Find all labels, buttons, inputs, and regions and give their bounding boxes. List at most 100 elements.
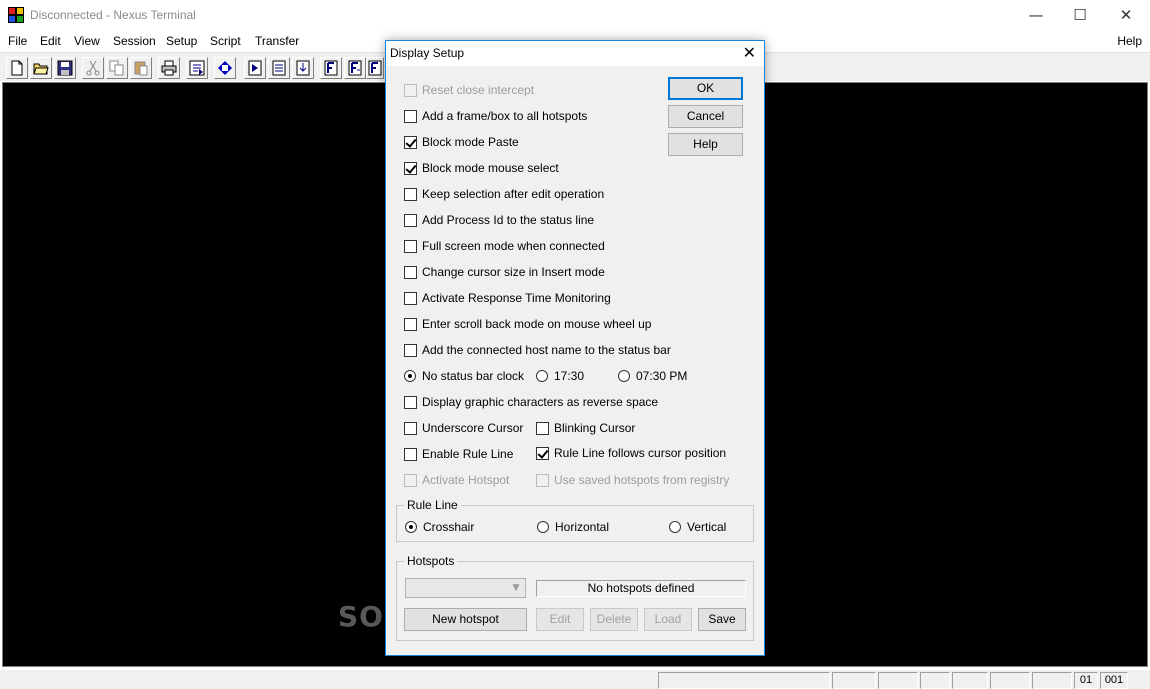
rule-horizontal-radio[interactable]: Horizontal: [537, 519, 609, 535]
activate-hotspot-checkbox[interactable]: Activate Hotspot: [404, 472, 509, 488]
radio-dot: [537, 521, 549, 533]
full-screen-checkbox[interactable]: Full screen mode when connected: [404, 238, 605, 254]
menu-help[interactable]: Help: [1117, 34, 1142, 48]
print-icon[interactable]: [158, 57, 180, 79]
new-file-icon[interactable]: [6, 57, 28, 79]
rule-follows-cursor-checkbox[interactable]: Rule Line follows cursor position: [536, 445, 726, 461]
clock-none-radio[interactable]: No status bar clock: [404, 368, 524, 384]
reverse-space-checkbox[interactable]: Display graphic characters as reverse sp…: [404, 394, 658, 410]
checkbox-label: Enable Rule Line: [422, 447, 514, 461]
keep-selection-checkbox[interactable]: Keep selection after edit operation: [404, 186, 604, 202]
maximize-button[interactable]: ☐: [1057, 0, 1103, 31]
menu-edit[interactable]: Edit: [40, 34, 61, 48]
minimize-button[interactable]: —: [1013, 0, 1059, 31]
checkbox-box: [404, 473, 417, 487]
checkbox-box: [404, 317, 417, 331]
frame-hotspots-checkbox[interactable]: Add a frame/box to all hotspots: [404, 108, 587, 124]
radio-label: Crosshair: [423, 520, 475, 534]
checkbox-label: Activate Response Time Monitoring: [422, 291, 611, 305]
script-run-icon[interactable]: [244, 57, 266, 79]
close-button[interactable]: ✕: [1103, 0, 1149, 31]
transfer-down-icon[interactable]: [292, 57, 314, 79]
display-setup-dialog: Display Setup ✕ Reset close intercept Ad…: [385, 40, 765, 656]
save-icon[interactable]: [54, 57, 76, 79]
hotspot-status: No hotspots defined: [536, 580, 746, 597]
paste-icon[interactable]: [130, 57, 152, 79]
menu-view[interactable]: View: [74, 34, 100, 48]
checkbox-box: [404, 421, 417, 435]
checkbox-box: [404, 187, 417, 201]
window-title: Disconnected - Nexus Terminal: [30, 8, 196, 22]
radio-label: Horizontal: [555, 520, 610, 534]
resize-grip[interactable]: [1130, 672, 1148, 689]
checkbox-label: Blinking Cursor: [554, 421, 636, 435]
rule-line-group: Rule Line Crosshair Horizontal Vertical: [396, 498, 754, 542]
help-button[interactable]: Help: [668, 133, 743, 156]
script-step-icon[interactable]: [268, 57, 290, 79]
dialog-title-bar: Display Setup ✕: [386, 41, 764, 66]
field-1-icon[interactable]: [320, 57, 342, 79]
blinking-cursor-checkbox[interactable]: Blinking Cursor: [536, 420, 635, 436]
checkbox-box: [404, 239, 417, 253]
checkbox-label: Add Process Id to the status line: [422, 213, 595, 227]
open-folder-icon[interactable]: [30, 57, 52, 79]
cursor-size-checkbox[interactable]: Change cursor size in Insert mode: [404, 264, 605, 280]
checkbox-box: [404, 135, 417, 149]
status-cell: [658, 672, 830, 689]
checkbox-label: Activate Hotspot: [422, 473, 510, 487]
checkbox-label: Underscore Cursor: [422, 421, 524, 435]
hotspot-select[interactable]: ▼: [405, 578, 526, 598]
copy-icon[interactable]: [106, 57, 128, 79]
cut-icon[interactable]: [82, 57, 104, 79]
underscore-cursor-checkbox[interactable]: Underscore Cursor: [404, 420, 523, 436]
checkbox-box: [404, 447, 417, 461]
clock-24h-radio[interactable]: 17:30: [536, 368, 584, 384]
checkbox-label: Reset close intercept: [422, 83, 535, 97]
checkbox-label: Block mode mouse select: [422, 161, 559, 175]
load-hotspot-button[interactable]: Load: [644, 608, 692, 631]
connect-icon[interactable]: [214, 57, 236, 79]
menu-transfer[interactable]: Transfer: [255, 34, 299, 48]
radio-dot: [669, 521, 681, 533]
enable-rule-line-checkbox[interactable]: Enable Rule Line: [404, 446, 513, 462]
status-cell: [920, 672, 950, 689]
field-3-icon[interactable]: [366, 57, 384, 79]
delete-hotspot-button[interactable]: Delete: [590, 608, 638, 631]
menu-script[interactable]: Script: [210, 34, 241, 48]
checkbox-box: [536, 421, 549, 435]
menu-session[interactable]: Session: [113, 34, 156, 48]
dialog-close-icon[interactable]: ✕: [743, 43, 756, 62]
checkbox-label: Block mode Paste: [422, 135, 519, 149]
process-id-checkbox[interactable]: Add Process Id to the status line: [404, 212, 594, 228]
radio-label: 07:30 PM: [636, 369, 688, 383]
field-2-icon[interactable]: [344, 57, 366, 79]
reset-close-intercept-checkbox[interactable]: Reset close intercept: [404, 82, 534, 98]
rule-vertical-radio[interactable]: Vertical: [669, 519, 726, 535]
radio-dot: [536, 370, 548, 382]
saved-hotspots-checkbox[interactable]: Use saved hotspots from registry: [536, 472, 729, 488]
response-time-checkbox[interactable]: Activate Response Time Monitoring: [404, 290, 611, 306]
ok-button[interactable]: OK: [668, 77, 743, 100]
new-hotspot-button[interactable]: New hotspot: [404, 608, 527, 631]
block-mode-select-checkbox[interactable]: Block mode mouse select: [404, 160, 559, 176]
checkbox-box: [404, 343, 417, 357]
dialog-title: Display Setup: [390, 46, 465, 60]
save-hotspot-button[interactable]: Save: [698, 608, 746, 631]
checkbox-box: [404, 213, 417, 227]
rule-crosshair-radio[interactable]: Crosshair: [405, 519, 474, 535]
menu-file[interactable]: File: [8, 34, 27, 48]
checkbox-box: [404, 265, 417, 279]
status-bar: 01 001: [0, 669, 1150, 689]
status-line: 01: [1074, 672, 1098, 689]
scroll-back-checkbox[interactable]: Enter scroll back mode on mouse wheel up: [404, 316, 651, 332]
edit-hotspot-button[interactable]: Edit: [536, 608, 584, 631]
cancel-button[interactable]: Cancel: [668, 105, 743, 128]
hotspots-group-label: Hotspots: [404, 554, 458, 568]
app-icon: [8, 7, 24, 23]
menu-setup[interactable]: Setup: [166, 34, 197, 48]
block-mode-paste-checkbox[interactable]: Block mode Paste: [404, 134, 519, 150]
session-icon[interactable]: [186, 57, 208, 79]
clock-12h-radio[interactable]: 07:30 PM: [618, 368, 687, 384]
host-name-checkbox[interactable]: Add the connected host name to the statu…: [404, 342, 671, 358]
chevron-down-icon[interactable]: ▼: [508, 580, 524, 596]
